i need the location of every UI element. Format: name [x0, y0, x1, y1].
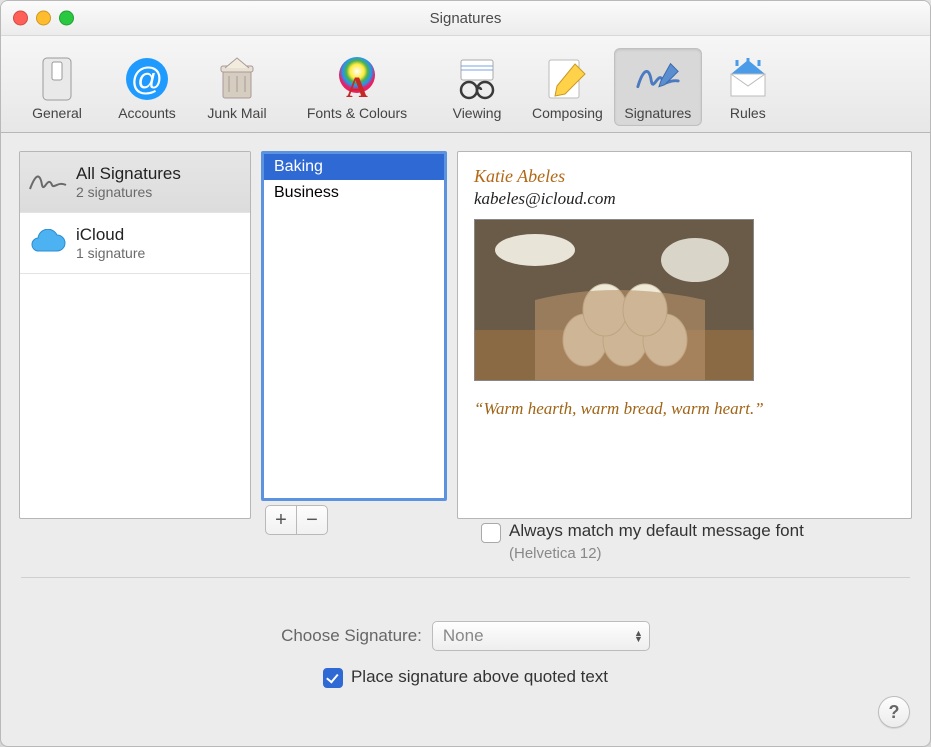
signature-sender-email: kabeles@icloud.com	[474, 189, 895, 209]
signature-image	[474, 219, 754, 381]
account-sub: 1 signature	[76, 245, 145, 261]
tab-label: Rules	[730, 105, 766, 121]
titlebar: Signatures	[1, 1, 930, 36]
accounts-list: All Signatures 2 signatures iCloud 1 sig…	[19, 151, 251, 519]
choose-signature-label: Choose Signature:	[281, 626, 422, 646]
icloud-icon	[28, 223, 68, 263]
rules-icon	[724, 55, 772, 103]
tab-rules[interactable]: Rules	[704, 48, 792, 126]
tab-label: Fonts & Colours	[307, 105, 407, 121]
tab-viewing[interactable]: Viewing	[433, 48, 521, 126]
tab-label: Composing	[532, 105, 603, 121]
help-button[interactable]: ?	[878, 696, 910, 728]
svg-text:A: A	[346, 71, 368, 103]
preferences-toolbar: General @ Accounts Junk Mail A Fonts & C…	[1, 36, 930, 133]
tab-label: General	[32, 105, 82, 121]
close-button[interactable]	[13, 11, 28, 26]
signature-list[interactable]: Baking Business	[261, 151, 447, 501]
trash-icon	[213, 55, 261, 103]
place-above-checkbox[interactable]	[323, 668, 343, 688]
signature-glyph-icon	[28, 162, 68, 202]
signature-sender-name: Katie Abeles	[474, 166, 895, 187]
match-font-row: Always match my default message font (He…	[1, 521, 930, 562]
signature-quote: “Warm hearth, warm bread, warm heart.”	[474, 399, 895, 419]
main-content: All Signatures 2 signatures iCloud 1 sig…	[1, 133, 930, 553]
window-controls	[13, 11, 74, 26]
zoom-button[interactable]	[59, 11, 74, 26]
signature-preview[interactable]: Katie Abeles kabeles@icloud.com	[457, 151, 912, 519]
match-font-note: (Helvetica 12)	[509, 545, 910, 562]
switch-icon	[33, 55, 81, 103]
choose-signature-row: Choose Signature: None ▲▼	[1, 621, 930, 651]
signature-item-business[interactable]: Business	[264, 180, 444, 206]
account-sub: 2 signatures	[76, 184, 181, 200]
tab-fonts-colours[interactable]: A Fonts & Colours	[283, 48, 431, 126]
tab-label: Accounts	[118, 105, 176, 121]
match-font-checkbox[interactable]	[481, 523, 501, 543]
font-colour-icon: A	[333, 55, 381, 103]
account-name: All Signatures	[76, 164, 181, 184]
match-font-label: Always match my default message font	[509, 521, 804, 541]
place-above-row: Place signature above quoted text	[1, 666, 930, 688]
tab-signatures[interactable]: Signatures	[614, 48, 702, 126]
account-icloud[interactable]: iCloud 1 signature	[20, 213, 250, 274]
at-icon: @	[123, 55, 171, 103]
glasses-icon	[453, 55, 501, 103]
signatures-preferences-window: Signatures General @ Accounts Junk Mail	[0, 0, 931, 747]
choose-signature-popup[interactable]: None ▲▼	[432, 621, 650, 651]
place-above-label: Place signature above quoted text	[351, 667, 608, 687]
account-all-signatures[interactable]: All Signatures 2 signatures	[20, 152, 250, 213]
tab-accounts[interactable]: @ Accounts	[103, 48, 191, 126]
tab-junk-mail[interactable]: Junk Mail	[193, 48, 281, 126]
signature-list-column: Baking Business + −	[261, 151, 447, 535]
signature-icon	[634, 55, 682, 103]
popup-arrows-icon: ▲▼	[634, 630, 643, 642]
compose-icon	[543, 55, 591, 103]
tab-label: Junk Mail	[207, 105, 266, 121]
minimize-button[interactable]	[36, 11, 51, 26]
svg-text:@: @	[131, 61, 163, 97]
divider	[21, 577, 910, 578]
choose-signature-value: None	[443, 626, 484, 646]
window-title: Signatures	[430, 10, 502, 27]
tab-composing[interactable]: Composing	[523, 48, 612, 126]
tab-label: Signatures	[624, 105, 691, 121]
signature-item-baking[interactable]: Baking	[264, 154, 444, 180]
tab-general[interactable]: General	[13, 48, 101, 126]
tab-label: Viewing	[453, 105, 502, 121]
account-name: iCloud	[76, 225, 145, 245]
